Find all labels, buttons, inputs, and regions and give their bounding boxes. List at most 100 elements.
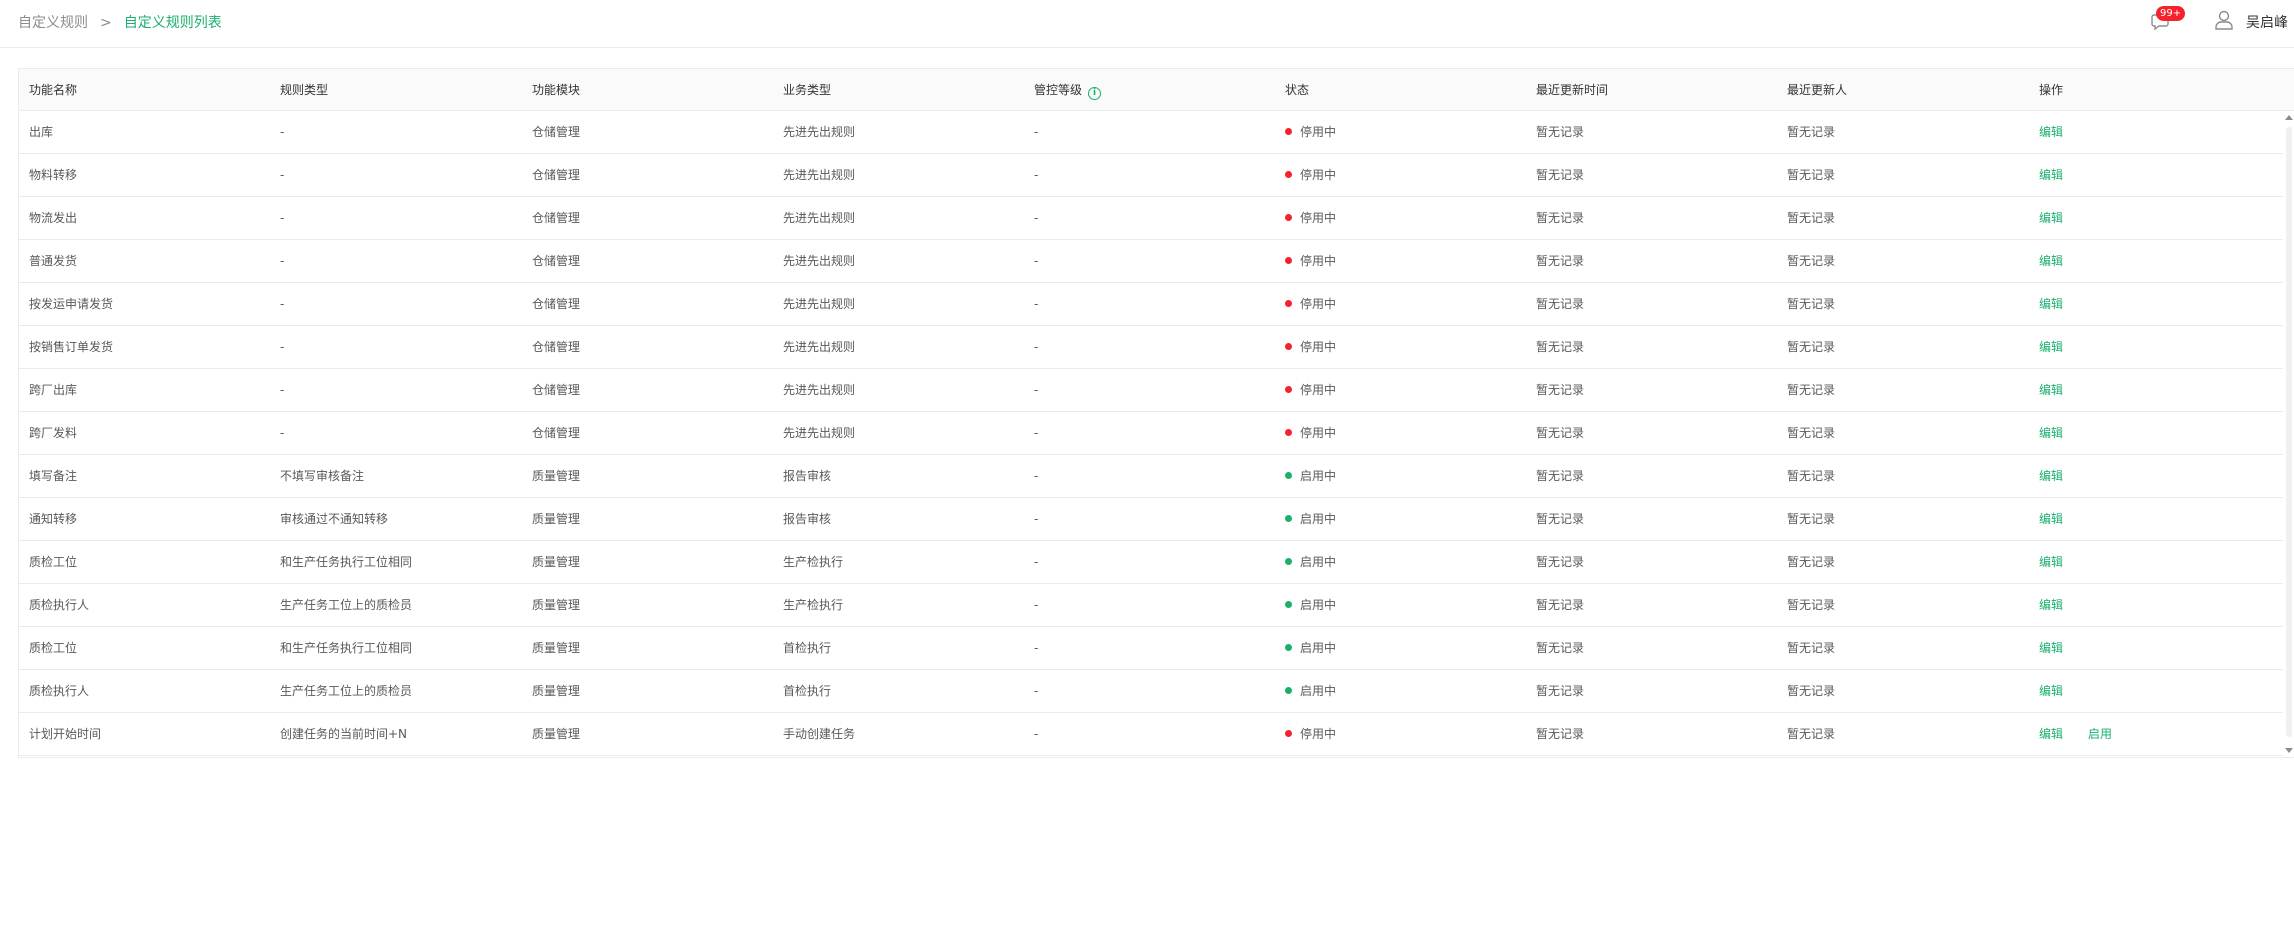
cell-updated-at: 暂无记录	[1536, 598, 1585, 612]
cell-updated-by: 暂无记录	[1787, 426, 1836, 440]
status-dot-icon	[1285, 300, 1292, 307]
status-dot-icon	[1285, 171, 1292, 178]
status-label: 停用中	[1300, 426, 1337, 440]
cell-function-name: 出库	[29, 125, 54, 139]
status-label: 停用中	[1300, 168, 1337, 182]
cell-updated-by: 暂无记录	[1787, 641, 1836, 655]
status-dot-icon	[1285, 601, 1292, 608]
cell-control-level: -	[1034, 125, 1039, 139]
status-label: 停用中	[1300, 211, 1337, 225]
cell-business-type: 先进先出规则	[783, 426, 856, 440]
cell-updated-at: 暂无记录	[1536, 297, 1585, 311]
edit-link[interactable]: 编辑	[2039, 197, 2063, 239]
cell-module: 质量管理	[532, 727, 581, 741]
edit-link[interactable]: 编辑	[2039, 240, 2063, 282]
column-header-rule-type: 规则类型	[280, 83, 329, 97]
cell-rule-type: -	[280, 211, 285, 225]
cell-function-name: 质检工位	[29, 641, 78, 655]
status-label: 停用中	[1300, 297, 1337, 311]
cell-status: 停用中	[1285, 713, 1336, 755]
cell-control-level: -	[1034, 512, 1039, 526]
info-circle-icon[interactable]: i	[1088, 87, 1102, 100]
user-icon[interactable]	[2214, 9, 2234, 31]
user-name[interactable]: 吴启峰	[2246, 13, 2288, 33]
column-header-updated-by: 最近更新人	[1787, 83, 1848, 97]
cell-rule-type: 审核通过不通知转移	[280, 512, 389, 526]
edit-link[interactable]: 编辑	[2039, 111, 2063, 153]
cell-updated-at: 暂无记录	[1536, 469, 1585, 483]
scroll-down-arrow-icon[interactable]	[2285, 748, 2293, 753]
status-label: 停用中	[1300, 254, 1337, 268]
cell-updated-by: 暂无记录	[1787, 340, 1836, 354]
edit-link[interactable]: 编辑	[2039, 670, 2063, 712]
status-label: 启用中	[1300, 555, 1337, 569]
column-header-control-level: 管控等级 i	[1034, 69, 1102, 111]
breadcrumb-root-link[interactable]: 自定义规则	[18, 13, 88, 33]
cell-rule-type: 创建任务的当前时间+N	[280, 727, 408, 741]
column-header-control-level-label: 管控等级	[1034, 83, 1083, 97]
cell-updated-by: 暂无记录	[1787, 684, 1836, 698]
table-row: 质检工位 和生产任务执行工位相同 质量管理 首检执行 - 启用中 暂无记录 暂无记录 编辑	[19, 627, 2283, 670]
table-row: 跨厂出库 - 仓储管理 先进先出规则 - 停用中 暂无记录 暂无记录 编辑	[19, 369, 2283, 412]
table-row: 质检工位 和生产任务执行工位相同 质量管理 生产检执行 - 启用中 暂无记录 暂无记录 编辑	[19, 541, 2283, 584]
cell-rule-type: -	[280, 383, 285, 397]
status-dot-icon	[1285, 472, 1292, 479]
cell-control-level: -	[1034, 383, 1039, 397]
cell-updated-at: 暂无记录	[1536, 512, 1585, 526]
cell-updated-at: 暂无记录	[1536, 684, 1585, 698]
cell-updated-by: 暂无记录	[1787, 469, 1836, 483]
cell-control-level: -	[1034, 211, 1039, 225]
cell-module: 仓储管理	[532, 254, 581, 268]
user-icon-svg	[2215, 10, 2233, 30]
cell-control-level: -	[1034, 340, 1039, 354]
edit-link[interactable]: 编辑	[2039, 541, 2063, 583]
edit-link[interactable]: 编辑	[2039, 154, 2063, 196]
cell-module: 仓储管理	[532, 383, 581, 397]
scroll-up-arrow-icon[interactable]	[2285, 115, 2293, 120]
edit-link[interactable]: 编辑	[2039, 369, 2063, 411]
cell-function-name: 填写备注	[29, 469, 78, 483]
cell-module: 仓储管理	[532, 340, 581, 354]
cell-updated-at: 暂无记录	[1536, 383, 1585, 397]
cell-function-name: 质检工位	[29, 555, 78, 569]
cell-module: 仓储管理	[532, 125, 581, 139]
table-row: 普通发货 - 仓储管理 先进先出规则 - 停用中 暂无记录 暂无记录 编辑	[19, 240, 2283, 283]
cell-business-type: 先进先出规则	[783, 254, 856, 268]
cell-control-level: -	[1034, 297, 1039, 311]
cell-function-name: 物流发出	[29, 211, 78, 225]
cell-status: 停用中	[1285, 326, 1336, 368]
cell-module: 质量管理	[532, 469, 581, 483]
cell-status: 停用中	[1285, 412, 1336, 454]
cell-rule-type: -	[280, 254, 285, 268]
table-header: 功能名称 规则类型 功能模块 业务类型 管控等级 i 状态 最近更新时间 最近更新…	[19, 69, 2294, 111]
edit-link[interactable]: 编辑	[2039, 713, 2063, 755]
cell-rule-type: 和生产任务执行工位相同	[280, 555, 413, 569]
table-row: 出库 - 仓储管理 先进先出规则 - 停用中 暂无记录 暂无记录 编辑	[19, 111, 2283, 154]
status-dot-icon	[1285, 386, 1292, 393]
cell-updated-by: 暂无记录	[1787, 211, 1836, 225]
enable-link[interactable]: 启用	[2088, 713, 2112, 755]
edit-link[interactable]: 编辑	[2039, 326, 2063, 368]
cell-business-type: 先进先出规则	[783, 211, 856, 225]
edit-link[interactable]: 编辑	[2039, 627, 2063, 669]
edit-link[interactable]: 编辑	[2039, 455, 2063, 497]
cell-business-type: 首检执行	[783, 641, 832, 655]
edit-link[interactable]: 编辑	[2039, 283, 2063, 325]
table-row: 质检执行人 生产任务工位上的质检员 质量管理 生产检执行 - 启用中 暂无记录 暂无记录 编辑	[19, 584, 2283, 627]
edit-link[interactable]: 编辑	[2039, 412, 2063, 454]
cell-control-level: -	[1034, 727, 1039, 741]
cell-business-type: 先进先出规则	[783, 297, 856, 311]
column-header-updated-at: 最近更新时间	[1536, 83, 1609, 97]
cell-business-type: 首检执行	[783, 684, 832, 698]
vertical-scrollbar[interactable]	[2283, 111, 2294, 757]
cell-rule-type: -	[280, 168, 285, 182]
cell-business-type: 报告审核	[783, 512, 832, 526]
cell-rule-type: -	[280, 125, 285, 139]
cell-rule-type: 生产任务工位上的质检员	[280, 684, 413, 698]
cell-function-name: 普通发货	[29, 254, 78, 268]
edit-link[interactable]: 编辑	[2039, 498, 2063, 540]
edit-link[interactable]: 编辑	[2039, 584, 2063, 626]
status-dot-icon	[1285, 257, 1292, 264]
scrollbar-thumb[interactable]	[2286, 127, 2292, 737]
table-row: 质检执行人 生产任务工位上的质检员 质量管理 首检执行 - 启用中 暂无记录 暂无记录 编辑	[19, 670, 2283, 713]
